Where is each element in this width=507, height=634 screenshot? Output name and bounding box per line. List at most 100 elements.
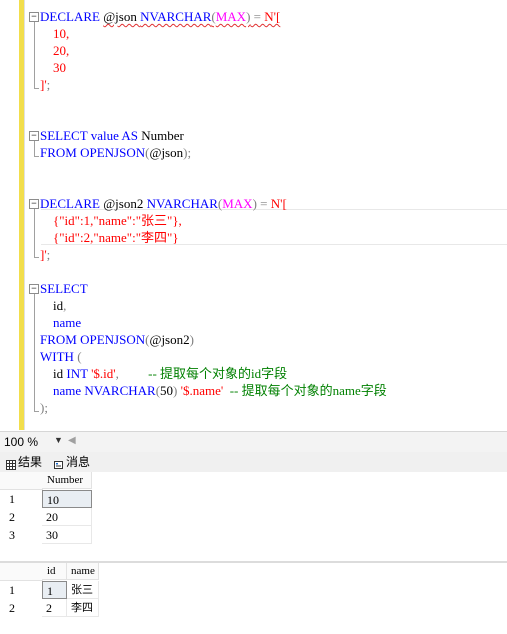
grid-cell[interactable]: 2 bbox=[42, 599, 67, 617]
code-token: AS bbox=[121, 128, 142, 143]
code-line[interactable]: {"id":1,"name":"张三"}, bbox=[40, 212, 182, 229]
row-number[interactable]: 1 bbox=[9, 581, 29, 599]
fold-guide bbox=[34, 22, 35, 88]
code-line[interactable]: 30 bbox=[40, 59, 66, 76]
code-token: FROM bbox=[40, 145, 81, 160]
code-line[interactable]: name bbox=[40, 314, 81, 331]
query-editor[interactable]: DECLARE @json NVARCHAR(MAX) = N'[ 10, 20… bbox=[0, 0, 507, 430]
fold-collapse-icon[interactable]: − bbox=[29, 199, 39, 209]
code-token: , bbox=[63, 298, 67, 313]
code-token: @json2 bbox=[149, 332, 190, 347]
row-number[interactable]: 3 bbox=[9, 526, 29, 544]
code-token: {"id":1,"name":"张三"}, bbox=[40, 213, 182, 228]
results-grid-1[interactable]: Number 1 10 2 20 3 30 bbox=[0, 472, 507, 561]
code-line[interactable]: FROM OPENJSON(@json); bbox=[40, 144, 191, 161]
grid-cell[interactable]: 李四 bbox=[67, 599, 99, 617]
fold-collapse-icon[interactable]: − bbox=[29, 12, 39, 22]
code-token: OPENJSON bbox=[80, 332, 146, 347]
column-header[interactable]: name bbox=[67, 563, 99, 580]
code-line[interactable]: ); bbox=[40, 399, 48, 416]
code-line[interactable]: id, bbox=[40, 297, 66, 314]
code-token: @json2 bbox=[103, 196, 147, 211]
code-line[interactable]: SELECT bbox=[40, 280, 88, 297]
code-token: '$.name' bbox=[180, 383, 224, 398]
code-token: {"id":2,"name":"李四"} bbox=[40, 230, 179, 245]
code-token: 30 bbox=[40, 60, 66, 75]
editor-status-bar: 100 % ▼ ◀ bbox=[0, 431, 507, 453]
code-token: NVARCHAR bbox=[140, 9, 212, 24]
code-line[interactable]: ]'; bbox=[40, 246, 50, 263]
code-token: 10, bbox=[40, 26, 70, 41]
tab-results[interactable]: 结果 bbox=[6, 453, 42, 471]
code-token: N'[ bbox=[270, 196, 287, 211]
code-token: WITH bbox=[40, 349, 78, 364]
grid-cell[interactable]: 1 bbox=[42, 581, 67, 599]
code-token: = bbox=[250, 9, 265, 24]
code-line[interactable]: {"id":2,"name":"李四"} bbox=[40, 229, 179, 246]
column-header[interactable]: id bbox=[42, 563, 67, 580]
code-token: DECLARE bbox=[40, 196, 104, 211]
code-token: -- 提取每个对象的id字段 bbox=[148, 366, 288, 381]
tab-messages[interactable]: 消息 bbox=[54, 453, 90, 471]
code-line[interactable]: DECLARE @json NVARCHAR(MAX) = N'[ bbox=[40, 8, 280, 25]
grid-cell[interactable]: 20 bbox=[42, 508, 92, 526]
fold-guide bbox=[34, 294, 35, 411]
results-tabs: 结果 消息 bbox=[0, 452, 507, 473]
grid-corner[interactable] bbox=[0, 563, 43, 581]
code-token: ) bbox=[173, 383, 181, 398]
fold-collapse-icon[interactable]: − bbox=[29, 131, 39, 141]
code-token: ( bbox=[77, 349, 82, 364]
code-token: NVARCHAR bbox=[146, 196, 218, 211]
code-token: '$.id' bbox=[91, 366, 116, 381]
code-token: name bbox=[40, 315, 82, 330]
code-line[interactable]: FROM OPENJSON(@json2) bbox=[40, 331, 194, 348]
code-token: NVARCHAR bbox=[84, 383, 156, 398]
code-token: Number bbox=[141, 128, 184, 143]
fold-guide-end bbox=[34, 411, 39, 412]
code-token: FROM bbox=[40, 332, 81, 347]
gutter-separator bbox=[24, 0, 25, 430]
code-token: N'[ bbox=[264, 9, 281, 24]
code-token: DECLARE bbox=[40, 9, 104, 24]
code-token: @json bbox=[103, 9, 141, 24]
code-token: SELECT bbox=[40, 281, 88, 296]
code-line[interactable]: name NVARCHAR(50) '$.name' -- 提取每个对象的nam… bbox=[40, 382, 387, 399]
zoom-level[interactable]: 100 % bbox=[4, 434, 38, 450]
code-line[interactable]: 10, bbox=[40, 25, 69, 42]
code-token: ; bbox=[44, 400, 48, 415]
grid-cell[interactable]: 30 bbox=[42, 526, 92, 544]
code-token: ]' bbox=[40, 247, 47, 262]
code-token: ) bbox=[189, 332, 194, 347]
code-token: id bbox=[40, 366, 67, 381]
code-token: ]' bbox=[40, 77, 47, 92]
grid-cell[interactable]: 10 bbox=[42, 490, 92, 508]
code-line[interactable]: 20, bbox=[40, 42, 69, 59]
row-number[interactable]: 2 bbox=[9, 599, 29, 617]
code-line[interactable]: id INT '$.id', -- 提取每个对象的id字段 bbox=[40, 365, 287, 382]
code-token: = bbox=[256, 196, 271, 211]
code-token: ; bbox=[46, 77, 51, 92]
code-line[interactable]: WITH ( bbox=[40, 348, 82, 365]
code-line[interactable]: ]'; bbox=[40, 76, 50, 93]
fold-collapse-icon[interactable]: − bbox=[29, 284, 39, 294]
row-number[interactable]: 1 bbox=[9, 490, 29, 508]
code-line[interactable]: SELECT value AS Number bbox=[40, 127, 184, 144]
column-header[interactable]: Number bbox=[42, 472, 92, 489]
scroll-left-icon[interactable]: ◀ bbox=[68, 435, 76, 446]
code-token: 20, bbox=[40, 43, 70, 58]
results-grid-2[interactable]: id name 1 1 张三 2 2 李四 bbox=[0, 563, 507, 634]
code-token: value bbox=[90, 128, 122, 143]
message-icon bbox=[54, 457, 64, 469]
fold-guide-end bbox=[34, 88, 39, 89]
code-token: name bbox=[40, 383, 85, 398]
row-number[interactable]: 2 bbox=[9, 508, 29, 526]
grid-icon bbox=[6, 457, 16, 470]
grid-corner[interactable] bbox=[0, 472, 43, 490]
code-token: id bbox=[40, 298, 64, 313]
code-token: ; bbox=[187, 145, 192, 160]
zoom-dropdown-icon[interactable]: ▼ bbox=[54, 435, 63, 445]
code-token: MAX bbox=[222, 196, 253, 211]
fold-guide-end bbox=[34, 257, 39, 258]
code-line[interactable]: DECLARE @json2 NVARCHAR(MAX) = N'[ bbox=[40, 195, 287, 212]
grid-cell[interactable]: 张三 bbox=[67, 581, 99, 599]
